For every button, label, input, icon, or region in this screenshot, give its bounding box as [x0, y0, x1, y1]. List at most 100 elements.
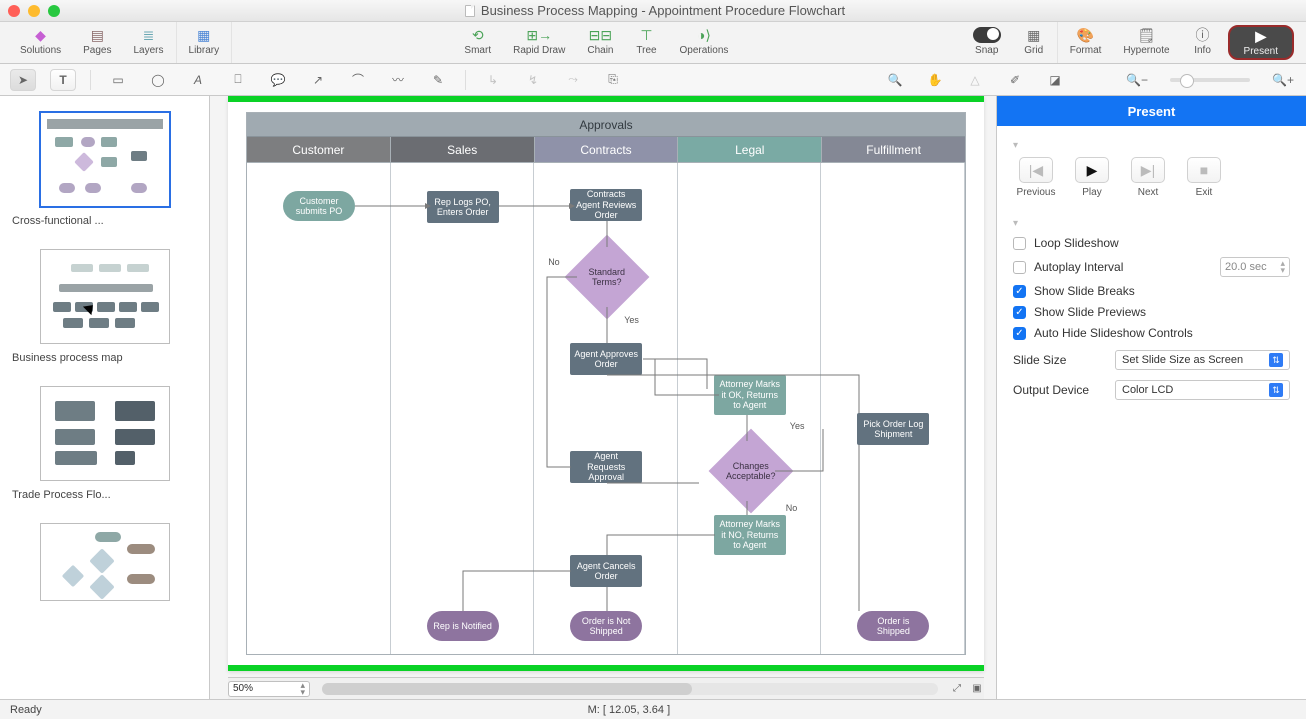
text-shape-tool[interactable]: A — [185, 69, 211, 91]
text-tool[interactable]: T — [50, 69, 76, 91]
textblock-tool[interactable]: ⎕ — [225, 69, 251, 91]
rapid-draw-button[interactable]: ⊞→ Rapid Draw — [505, 25, 573, 58]
present-button[interactable]: ▶ Present — [1228, 25, 1294, 60]
lane-fulfillment: Pick Order Log Shipment Order is Shipped — [821, 163, 965, 654]
next-button[interactable]: ▶| Next — [1125, 157, 1171, 198]
zoom-slider[interactable] — [1170, 78, 1250, 82]
node-shipped[interactable]: Order is Shipped — [857, 611, 929, 641]
expand-button-1[interactable]: ⤢ — [950, 678, 964, 700]
autohide-checkbox[interactable]: ✓ — [1013, 327, 1026, 340]
format-label: Format — [1070, 45, 1102, 56]
rect-tool[interactable]: ▭ — [105, 69, 131, 91]
curve-tool[interactable]: 〰 — [385, 69, 411, 91]
canvas-area: Approvals Customer Sales Contracts Legal… — [210, 96, 996, 699]
node-cancel[interactable]: Agent Cancels Order — [570, 555, 642, 587]
snap-label: Snap — [975, 45, 998, 56]
exit-button[interactable]: ■ Exit — [1181, 157, 1227, 198]
present-icon: ▶ — [1250, 28, 1272, 44]
expand-button-2[interactable]: ▣ — [970, 678, 984, 700]
horizontal-scrollbar[interactable] — [322, 683, 938, 695]
playback-controls: |◀ Previous ▶ Play ▶| Next ■ Exit — [1013, 157, 1290, 198]
pan-tool[interactable]: ✋ — [922, 69, 948, 91]
pointer-tool[interactable]: ➤ — [10, 69, 36, 91]
section-toggle-icon[interactable]: ▾ — [1013, 140, 1290, 151]
info-button[interactable]: ⓘ Info — [1184, 25, 1222, 58]
node-review[interactable]: Contracts Agent Reviews Order — [570, 189, 642, 221]
arc-tool[interactable]: ⌒ — [345, 69, 371, 91]
zoom-tool[interactable]: 🔍 — [882, 69, 908, 91]
loop-checkbox[interactable] — [1013, 237, 1026, 250]
eyedropper-tool[interactable]: ✐ — [1002, 69, 1028, 91]
zoom-window-button[interactable] — [48, 5, 60, 17]
solutions-button[interactable]: ◆ Solutions — [12, 25, 69, 58]
node-attorney-no[interactable]: Attorney Marks it NO, Returns to Agent — [714, 515, 786, 555]
snap-icon — [973, 27, 1001, 43]
snap-toggle[interactable]: Snap — [965, 25, 1009, 58]
window-title: Business Process Mapping - Appointment P… — [68, 3, 1242, 18]
connector-tool-1[interactable]: ↳ — [480, 69, 506, 91]
page-thumb-3[interactable] — [40, 386, 170, 481]
pages-button[interactable]: ▤ Pages — [75, 25, 119, 58]
slide-size-row: Slide Size Set Slide Size as Screen ⇅ — [1013, 350, 1290, 370]
interval-input[interactable]: 20.0 sec ▴▾ — [1220, 257, 1290, 277]
smart-label: Smart — [464, 45, 491, 56]
oval-tool[interactable]: ◯ — [145, 69, 171, 91]
smart-button[interactable]: ⟲ Smart — [456, 25, 499, 58]
node-rep[interactable]: Rep Logs PO, Enters Order — [427, 191, 499, 223]
close-window-button[interactable] — [8, 5, 20, 17]
lane-sales: Rep Logs PO, Enters Order Rep is Notifie… — [391, 163, 535, 654]
layers-button[interactable]: ≣ Layers — [126, 25, 172, 58]
hypernote-button[interactable]: 🗒 Hypernote — [1115, 25, 1177, 58]
node-attorney-ok[interactable]: Attorney Marks it OK, Returns to Agent — [714, 375, 786, 415]
node-approve[interactable]: Agent Approves Order — [570, 343, 642, 375]
info-label: Info — [1194, 45, 1211, 56]
status-mouse: M: [ 12.05, 3.64 ] — [42, 704, 1216, 716]
zoom-value: 50% — [233, 683, 253, 694]
clone-tool[interactable]: ⎘ — [600, 69, 626, 91]
node-changes[interactable]: Changes Acceptable? — [708, 429, 793, 514]
minimize-window-button[interactable] — [28, 5, 40, 17]
marker-tool[interactable]: ✎ — [425, 69, 451, 91]
zoom-in-button[interactable]: 🔍+ — [1270, 69, 1296, 91]
zoom-combo[interactable]: 50% ▴▾ — [228, 681, 310, 697]
solutions-label: Solutions — [20, 45, 61, 56]
operations-button[interactable]: ◑⟩ Operations — [671, 25, 736, 58]
node-start[interactable]: Customer submits PO — [283, 191, 355, 221]
node-request-approval[interactable]: Agent Requests Approval — [570, 451, 642, 483]
previews-checkbox[interactable]: ✓ — [1013, 306, 1026, 319]
section-toggle-icon-2[interactable]: ▾ — [1013, 218, 1290, 229]
connector-tool-2[interactable]: ↯ — [520, 69, 546, 91]
page-thumb-1[interactable] — [40, 112, 170, 207]
node-standard-terms[interactable]: Standard Terms? — [565, 235, 650, 320]
chain-icon: ⊟⊟ — [589, 27, 611, 43]
breaks-checkbox[interactable]: ✓ — [1013, 285, 1026, 298]
zoom-out-button[interactable]: 🔍− — [1124, 69, 1150, 91]
page-thumb-4[interactable] — [40, 523, 170, 601]
line-tool[interactable]: ↗ — [305, 69, 331, 91]
node-pick-order[interactable]: Pick Order Log Shipment — [857, 413, 929, 445]
grid-toggle[interactable]: ▦ Grid — [1015, 25, 1053, 58]
connector-tool-3[interactable]: ⤳ — [560, 69, 586, 91]
canvas[interactable]: Approvals Customer Sales Contracts Legal… — [228, 96, 984, 671]
slide-size-select[interactable]: Set Slide Size as Screen ⇅ — [1115, 350, 1290, 370]
node-notified[interactable]: Rep is Notified — [427, 611, 499, 641]
present-panel-title: Present — [997, 96, 1306, 126]
breaks-label: Show Slide Breaks — [1034, 284, 1135, 298]
autoplay-checkbox[interactable] — [1013, 261, 1026, 274]
page-thumb-2[interactable] — [40, 249, 170, 344]
info-icon: ⓘ — [1192, 27, 1214, 43]
eraser-tool[interactable]: ◪ — [1042, 69, 1068, 91]
lane-head-customer: Customer — [247, 137, 391, 162]
format-button[interactable]: 🎨 Format — [1062, 25, 1110, 58]
library-button[interactable]: ▦ Library — [181, 25, 228, 58]
pages-panel: Cross-functional ... Business process ma… — [0, 96, 210, 699]
breaks-row: ✓ Show Slide Breaks — [1013, 284, 1290, 298]
output-select[interactable]: Color LCD ⇅ — [1115, 380, 1290, 400]
chain-button[interactable]: ⊟⊟ Chain — [579, 25, 621, 58]
lasso-tool[interactable]: △ — [962, 69, 988, 91]
node-not-shipped[interactable]: Order is Not Shipped — [570, 611, 642, 641]
callout-tool[interactable]: 💬 — [265, 69, 291, 91]
previous-button[interactable]: |◀ Previous — [1013, 157, 1059, 198]
play-button[interactable]: ▶ Play — [1069, 157, 1115, 198]
tree-button[interactable]: ⊤ Tree — [627, 25, 665, 58]
